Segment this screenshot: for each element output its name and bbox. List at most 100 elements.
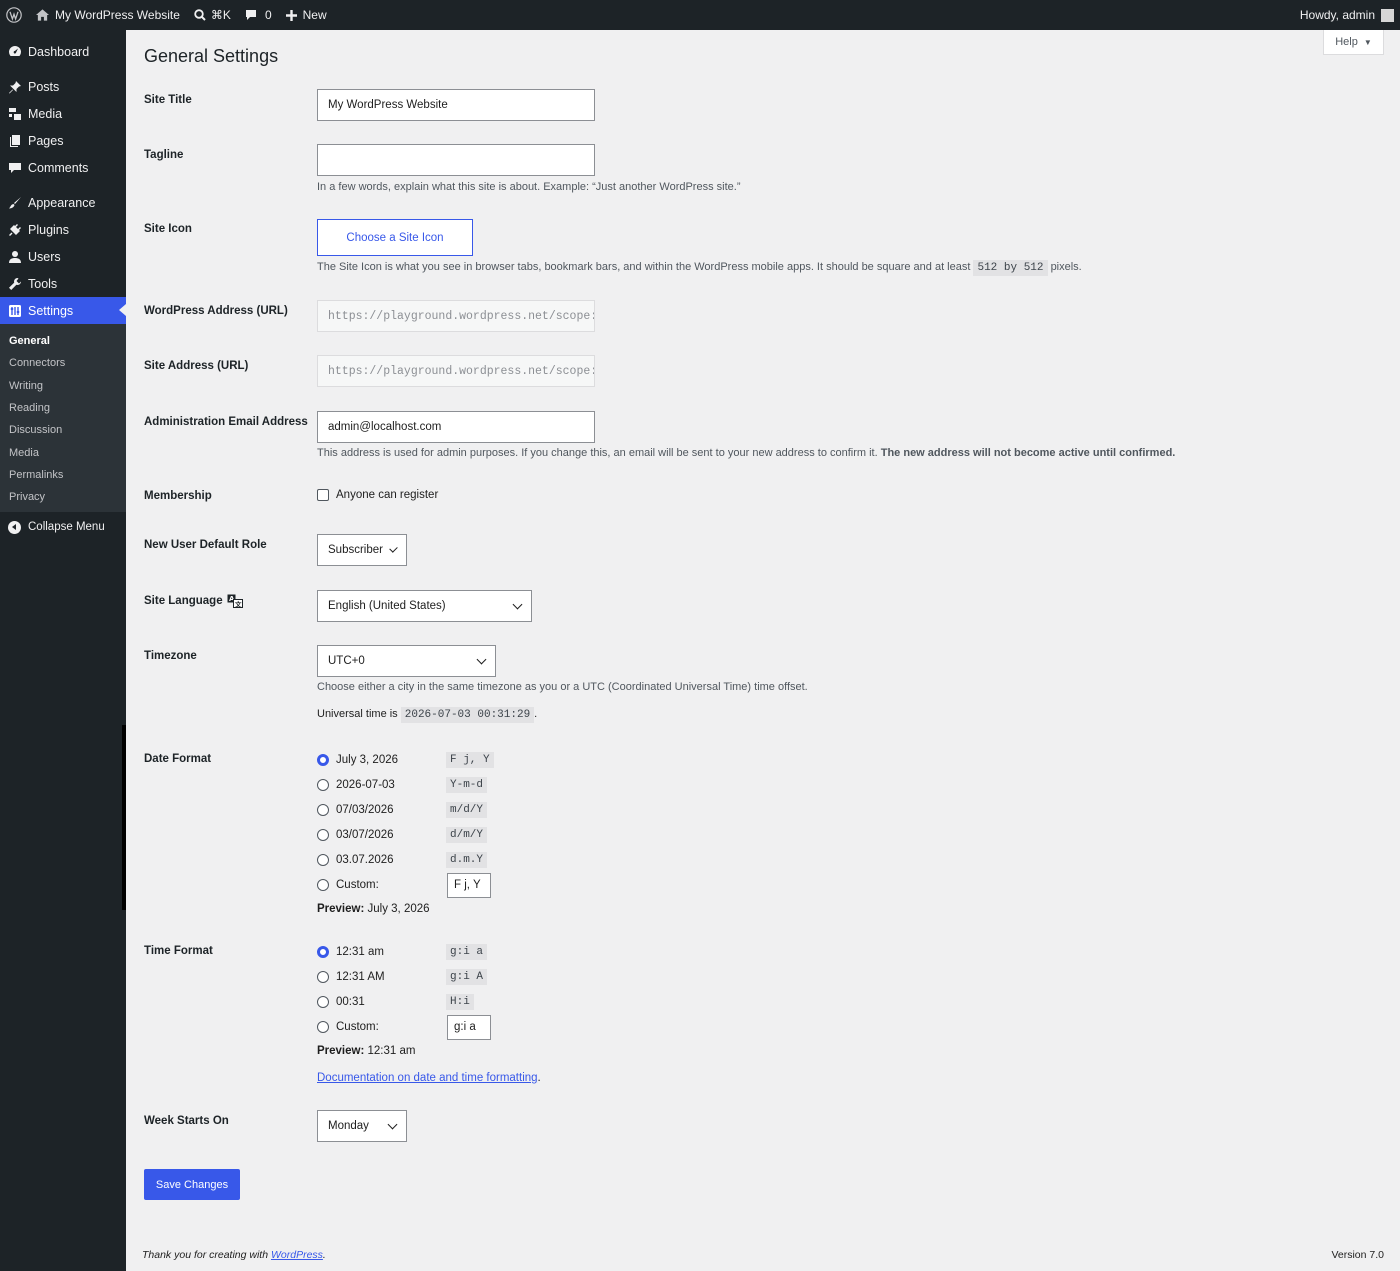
- date-format-preview: Preview: July 3, 2026: [317, 903, 430, 915]
- time-format-custom-input[interactable]: g:i a: [447, 1014, 491, 1040]
- time-format-code: g:i A: [446, 969, 488, 985]
- date-format-custom-label: Custom:: [336, 879, 379, 891]
- tagline-input[interactable]: [317, 144, 595, 176]
- site-name-link[interactable]: My WordPress Website: [29, 0, 187, 30]
- sidebar-item-users[interactable]: Users: [0, 243, 126, 270]
- settings-sliders-icon: [8, 304, 22, 318]
- membership-label: Membership: [144, 490, 212, 502]
- my-account-link[interactable]: Howdy, admin: [1293, 0, 1400, 30]
- submenu-item-general[interactable]: General: [0, 330, 126, 352]
- anyone-can-register-label[interactable]: Anyone can register: [336, 489, 438, 501]
- date-format-option[interactable]: July 3, 2026 F j, Y: [317, 750, 494, 770]
- date-format-label: Date Format: [144, 753, 212, 765]
- sidebar-item-plugins[interactable]: Plugins: [0, 216, 126, 243]
- time-format-radio[interactable]: [317, 996, 329, 1008]
- week-starts-select[interactable]: Monday: [317, 1110, 407, 1142]
- date-time-documentation-link[interactable]: Documentation on date and time formattin…: [317, 1072, 538, 1084]
- help-tab-button[interactable]: Help ▼: [1323, 30, 1384, 55]
- sidebar-item-label: Tools: [28, 276, 58, 291]
- sidebar-item-settings[interactable]: Settings: [0, 297, 126, 324]
- time-format-radio[interactable]: [317, 946, 329, 958]
- site-title-input[interactable]: My WordPress Website: [317, 89, 595, 121]
- site-address-label: Site Address (URL): [144, 360, 249, 372]
- wrench-icon: [8, 277, 22, 291]
- date-format-radio[interactable]: [317, 829, 329, 841]
- collapse-arrow-icon: [8, 520, 21, 534]
- submenu-item-discussion[interactable]: Discussion: [0, 419, 126, 441]
- sidebar-item-media[interactable]: Media: [0, 100, 126, 127]
- date-format-code: d/m/Y: [446, 827, 488, 843]
- search-button[interactable]: ⌘K: [187, 0, 238, 30]
- date-format-custom-input[interactable]: F j, Y: [447, 872, 491, 898]
- time-format-option[interactable]: 12:31 am g:i a: [317, 942, 488, 962]
- plus-icon: [285, 9, 297, 21]
- site-icon-label: Site Icon: [144, 223, 192, 235]
- admin-email-desc-bold: The new address will not become active u…: [880, 447, 1176, 459]
- wordpress-logo-icon[interactable]: [0, 0, 29, 30]
- sidebar-item-appearance[interactable]: Appearance: [0, 189, 126, 216]
- comments-link[interactable]: 0: [238, 0, 279, 30]
- new-label: New: [302, 8, 327, 22]
- time-format-label: Time Format: [144, 945, 213, 957]
- plug-icon: [8, 223, 22, 237]
- universal-time-label: Universal time is: [317, 708, 398, 720]
- universal-time-code: 2026-07-03 00:31:29: [400, 707, 535, 723]
- sidebar-item-label: Media: [28, 106, 63, 121]
- sidebar-item-posts[interactable]: Posts: [0, 73, 126, 100]
- sidebar-item-label: Appearance: [28, 195, 96, 210]
- date-format-radio[interactable]: [317, 804, 329, 816]
- sidebar-item-label: Plugins: [28, 222, 69, 237]
- admin-email-desc-text: This address is used for admin purposes.…: [317, 447, 878, 459]
- timezone-select[interactable]: UTC+0: [317, 645, 496, 677]
- submenu-item-permalinks[interactable]: Permalinks: [0, 464, 126, 486]
- sidebar-item-comments[interactable]: Comments: [0, 154, 126, 181]
- sidebar-item-dashboard[interactable]: Dashboard: [0, 38, 126, 65]
- date-format-code: d.m.Y: [446, 852, 488, 868]
- timezone-description: Choose either a city in the same timezon…: [317, 681, 808, 693]
- date-format-radio[interactable]: [317, 779, 329, 791]
- sidebar-item-pages[interactable]: Pages: [0, 127, 126, 154]
- date-format-option[interactable]: 03.07.2026 d.m.Y: [317, 850, 488, 870]
- admin-email-label: Administration Email Address: [144, 416, 308, 428]
- site-language-select[interactable]: English (United States): [317, 590, 532, 622]
- admin-email-input[interactable]: admin@localhost.com: [317, 411, 595, 443]
- anyone-can-register-checkbox[interactable]: [317, 489, 329, 501]
- submenu-item-reading[interactable]: Reading: [0, 397, 126, 419]
- chevron-down-icon: [389, 543, 398, 553]
- default-role-select[interactable]: Subscriber: [317, 534, 407, 566]
- time-format-radio[interactable]: [317, 971, 329, 983]
- time-format-custom-option[interactable]: Custom: g:i a: [317, 1014, 491, 1040]
- admin-bar: My WordPress Website ⌘K 0 New Howdy, adm…: [0, 0, 1400, 30]
- submenu-item-media[interactable]: Media: [0, 441, 126, 463]
- date-format-custom-option[interactable]: Custom: F j, Y: [317, 872, 491, 898]
- time-format-custom-radio[interactable]: [317, 1021, 329, 1033]
- time-format-option[interactable]: 12:31 AM g:i A: [317, 967, 488, 987]
- footer-thanks: Thank you for creating with WordPress.: [142, 1249, 326, 1261]
- date-format-radio[interactable]: [317, 854, 329, 866]
- submenu-item-connectors[interactable]: Connectors: [0, 352, 126, 374]
- date-format-option[interactable]: 03/07/2026 d/m/Y: [317, 825, 488, 845]
- submenu-item-privacy[interactable]: Privacy: [0, 486, 126, 508]
- new-content-link[interactable]: New: [279, 0, 334, 30]
- site-address-input[interactable]: https://playground.wordpress.net/scope:: [317, 355, 595, 387]
- date-format-option[interactable]: 2026-07-03 Y-m-d: [317, 775, 488, 795]
- date-format-option-label: 03.07.2026: [336, 854, 394, 866]
- universal-time-line: Universal time is 2026-07-03 00:31:29.: [317, 707, 537, 723]
- date-format-custom-radio[interactable]: [317, 879, 329, 891]
- save-changes-button[interactable]: Save Changes: [144, 1169, 240, 1200]
- collapse-menu-label: Collapse Menu: [28, 521, 105, 534]
- wordpress-link[interactable]: WordPress: [271, 1249, 323, 1261]
- date-format-option[interactable]: 07/03/2026 m/d/Y: [317, 800, 488, 820]
- wordpress-address-input[interactable]: https://playground.wordpress.net/scope:: [317, 300, 595, 332]
- date-format-radio[interactable]: [317, 754, 329, 766]
- week-starts-value: Monday: [328, 1120, 369, 1132]
- pushpin-icon: [8, 80, 22, 94]
- choose-site-icon-button[interactable]: Choose a Site Icon: [317, 219, 473, 256]
- time-format-option-label: 12:31 am: [336, 946, 384, 958]
- membership-row: Anyone can register: [317, 489, 438, 501]
- time-format-option[interactable]: 00:31 H:i: [317, 992, 474, 1012]
- submenu-item-writing[interactable]: Writing: [0, 375, 126, 397]
- wordpress-address-label: WordPress Address (URL): [144, 305, 288, 317]
- collapse-menu-button[interactable]: Collapse Menu: [0, 512, 126, 542]
- sidebar-item-tools[interactable]: Tools: [0, 270, 126, 297]
